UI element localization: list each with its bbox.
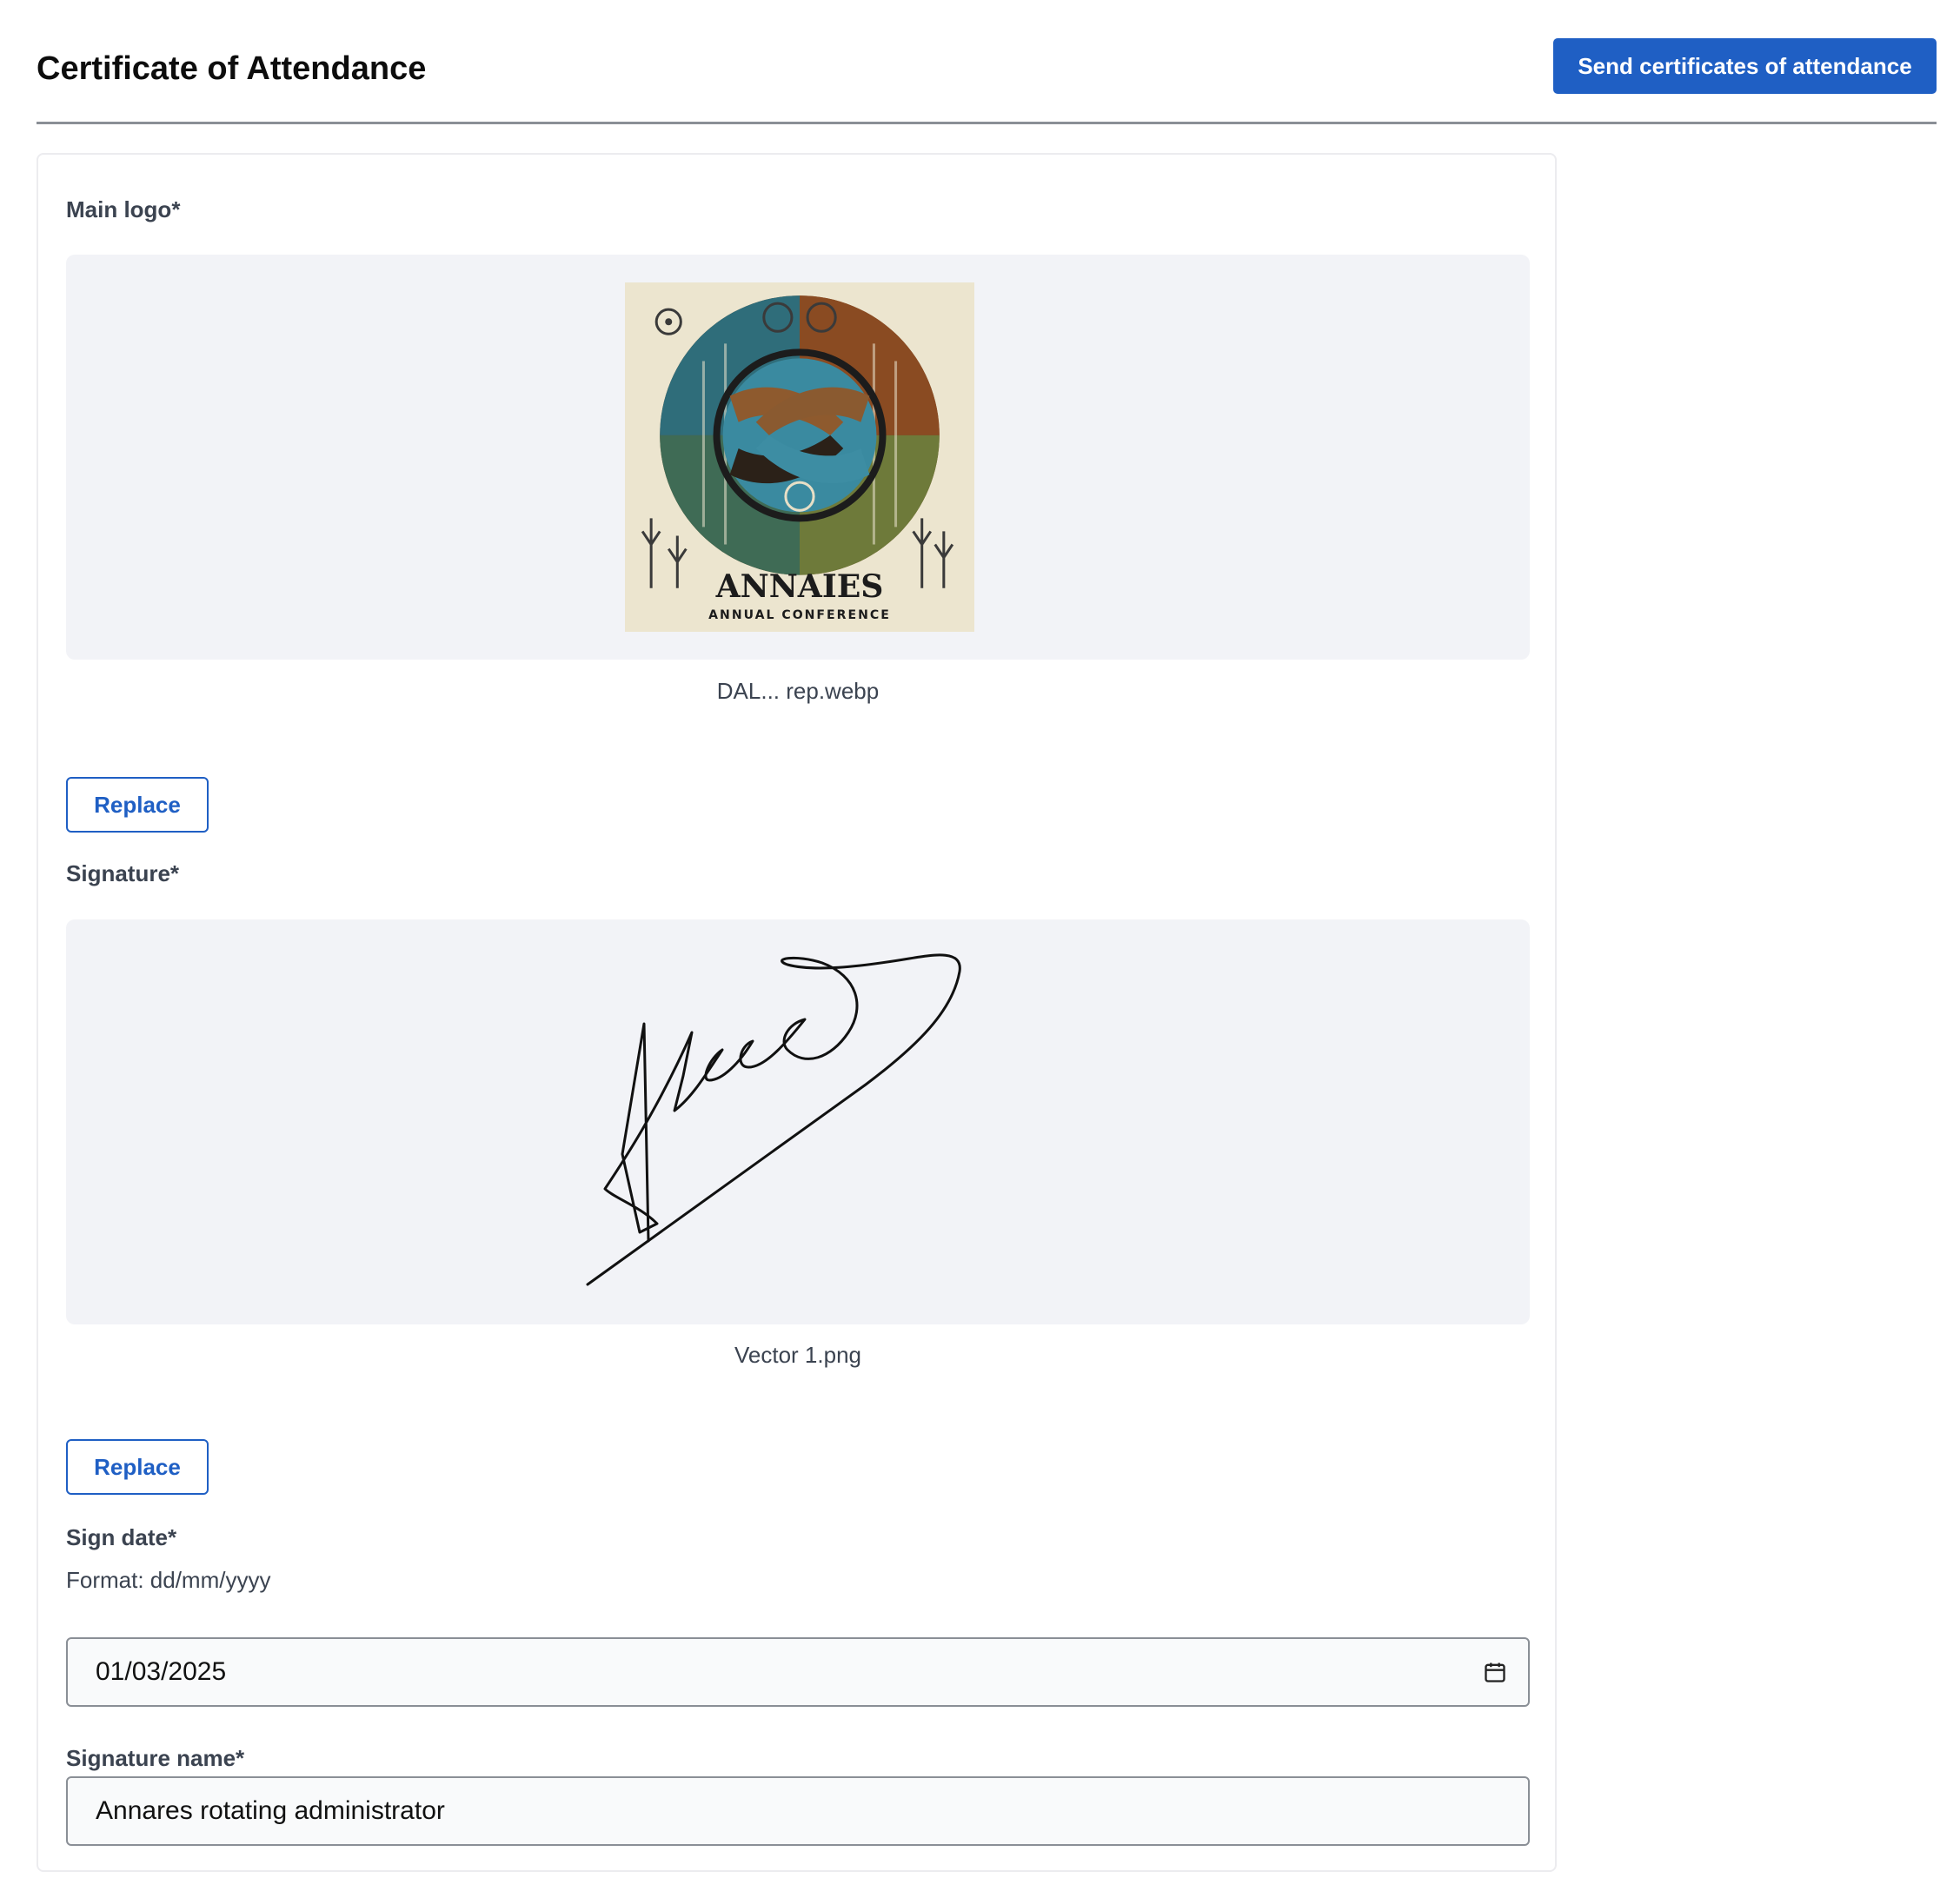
sign-date-label: Sign date* bbox=[66, 1524, 177, 1550]
signature-name-input[interactable]: Annares rotating administrator bbox=[66, 1776, 1530, 1846]
sign-date-input[interactable]: 01/03/2025 bbox=[66, 1637, 1530, 1707]
main-logo-file-name: DAL... rep.webp bbox=[716, 678, 880, 704]
conference-logo-image: ANNAIES ANNUAL CONFERENCE bbox=[625, 282, 974, 632]
signature-name-label: Signature name* bbox=[66, 1745, 245, 1771]
signature-file-name: Vector 1.png bbox=[734, 1342, 861, 1368]
sign-date-value: 01/03/2025 bbox=[96, 1657, 227, 1686]
main-logo-label: Main logo* bbox=[66, 196, 181, 222]
svg-text:ANNAIES: ANNAIES bbox=[715, 567, 884, 605]
replace-signature-button[interactable]: Replace bbox=[66, 1439, 209, 1495]
certificate-form: Main logo* ANNAIES ANNUAL CONFERENCE DAL… bbox=[37, 153, 1557, 1872]
sign-date-format-help: Format: dd/mm/yyyy bbox=[66, 1567, 271, 1593]
signature-image bbox=[586, 953, 961, 1286]
main-logo-preview: ANNAIES ANNUAL CONFERENCE bbox=[66, 255, 1530, 660]
send-certificates-button[interactable]: Send certificates of attendance bbox=[1553, 38, 1937, 94]
page-header: Certificate of Attendance Send certifica… bbox=[37, 36, 1937, 124]
replace-logo-button[interactable]: Replace bbox=[66, 777, 209, 833]
signature-name-value: Annares rotating administrator bbox=[96, 1796, 445, 1825]
calendar-icon[interactable] bbox=[1483, 1660, 1507, 1684]
svg-text:ANNUAL CONFERENCE: ANNUAL CONFERENCE bbox=[708, 608, 891, 622]
signature-preview bbox=[66, 919, 1530, 1324]
signature-label: Signature* bbox=[66, 860, 180, 886]
certificate-settings-page: Certificate of Attendance Send certifica… bbox=[0, 0, 1960, 1898]
page-title: Certificate of Attendance bbox=[37, 50, 427, 87]
